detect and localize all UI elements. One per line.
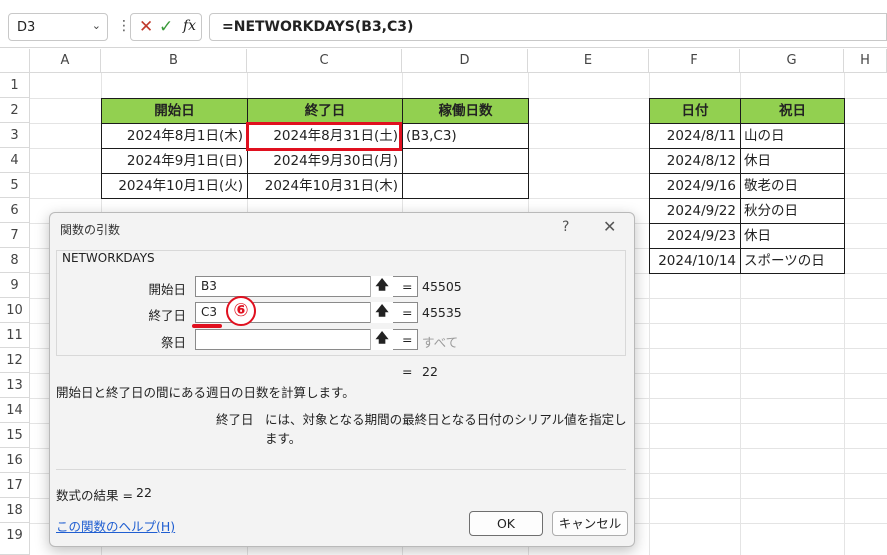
total-result: 22 <box>422 364 438 379</box>
formula-result-label: 数式の結果 = <box>56 488 133 503</box>
cell-d4[interactable] <box>402 148 529 174</box>
arg-help-text: には、対象となる期間の最終日となる日付のシリアル値を指定します。 <box>265 412 627 446</box>
arg-label-start-date: 開始日 <box>148 282 186 297</box>
row-header-9[interactable]: 9 <box>0 273 30 298</box>
cell-d5[interactable] <box>402 173 529 199</box>
row-header-8[interactable]: 8 <box>0 248 30 273</box>
total-equals: = <box>402 364 413 379</box>
row-header-15[interactable]: 15 <box>0 423 30 448</box>
row-header-13[interactable]: 13 <box>0 373 30 398</box>
row-header-1[interactable]: 1 <box>0 73 30 98</box>
cell-f7[interactable]: 2024/9/23 <box>649 223 741 249</box>
row-header-4[interactable]: 4 <box>0 148 30 173</box>
header-date[interactable]: 日付 <box>649 98 741 124</box>
dialog-title: 関数の引数 <box>60 223 121 237</box>
cell-b4[interactable]: 2024年9月1日(日) <box>101 148 248 174</box>
row-header-16[interactable]: 16 <box>0 448 30 473</box>
cell-b5[interactable]: 2024年10月1日(火) <box>101 173 248 199</box>
header-workdays[interactable]: 稼働日数 <box>402 98 529 124</box>
formula-buttons: ✕ ✓ fx <box>130 13 202 41</box>
collapse-dialog-icon[interactable]: 🡅 <box>370 329 393 350</box>
arg-equals: = <box>402 332 413 347</box>
select-all-corner[interactable] <box>0 49 30 73</box>
cell-d3[interactable]: (B3,C3) <box>402 123 529 149</box>
column-header-d[interactable]: D <box>402 49 528 73</box>
cell-c3-selection-highlight <box>246 122 402 151</box>
formula-input[interactable]: =NETWORKDAYS(B3,C3) <box>209 13 887 41</box>
header-end-date[interactable]: 終了日 <box>247 98 403 124</box>
arg-result-holidays: すべて <box>422 335 459 350</box>
column-header-e[interactable]: E <box>528 49 649 73</box>
row-header-6[interactable]: 6 <box>0 198 30 223</box>
function-help-link[interactable]: この関数のヘルプ(H) <box>56 516 175 535</box>
cell-f3[interactable]: 2024/8/11 <box>649 123 741 149</box>
formula-text: =NETWORKDAYS(B3,C3) <box>222 19 414 35</box>
chevron-down-icon[interactable]: ⌄ <box>92 19 101 32</box>
arg-help-name: 終了日 <box>216 412 254 427</box>
arg-equals: = <box>402 279 413 294</box>
cell-f4[interactable]: 2024/8/12 <box>649 148 741 174</box>
enter-icon[interactable]: ✓ <box>159 17 173 37</box>
column-header-g[interactable]: G <box>740 49 844 73</box>
row-header-17[interactable]: 17 <box>0 473 30 498</box>
name-box-value: D3 <box>17 20 36 35</box>
arg-equals: = <box>402 305 413 320</box>
more-options-icon[interactable]: ⋮ <box>117 18 131 34</box>
row-header-19[interactable]: 19 <box>0 523 30 555</box>
cancel-button[interactable]: キャンセル <box>552 511 628 536</box>
divider <box>56 469 626 470</box>
function-arguments-dialog: 関数の引数 ? ✕ NETWORKDAYS 開始日 B3 🡅 = 45505 終… <box>49 212 635 547</box>
close-icon[interactable]: ✕ <box>603 217 616 236</box>
cell-f6[interactable]: 2024/9/22 <box>649 198 741 224</box>
collapse-dialog-icon[interactable]: 🡅 <box>370 302 393 323</box>
cell-c4[interactable]: 2024年9月30日(月) <box>247 148 403 174</box>
row-header-10[interactable]: 10 <box>0 298 30 323</box>
row-header-3[interactable]: 3 <box>0 123 30 148</box>
name-box[interactable]: D3 ⌄ <box>8 13 108 41</box>
column-header-c[interactable]: C <box>247 49 402 73</box>
step-6-badge: ⑥ <box>226 296 256 326</box>
arg-label-holidays: 祭日 <box>160 335 186 350</box>
collapse-dialog-icon[interactable]: 🡅 <box>370 276 393 297</box>
cell-g3[interactable]: 山の日 <box>740 123 845 149</box>
column-header-a[interactable]: A <box>30 49 101 73</box>
column-header-b[interactable]: B <box>101 49 247 73</box>
cell-f5[interactable]: 2024/9/16 <box>649 173 741 199</box>
header-start-date[interactable]: 開始日 <box>101 98 248 124</box>
row-header-7[interactable]: 7 <box>0 223 30 248</box>
arg-result-end-date: 45535 <box>422 305 462 320</box>
arg-result-start-date: 45505 <box>422 279 462 294</box>
column-header-h[interactable]: H <box>844 49 887 73</box>
row-header-2[interactable]: 2 <box>0 98 30 123</box>
formula-result-value: 22 <box>136 485 152 500</box>
help-icon[interactable]: ? <box>562 219 569 235</box>
arg-label-end-date: 終了日 <box>148 308 186 323</box>
header-holiday[interactable]: 祝日 <box>740 98 845 124</box>
annotation-underline <box>192 324 222 328</box>
row-header-18[interactable]: 18 <box>0 498 30 523</box>
row-header-11[interactable]: 11 <box>0 323 30 348</box>
cell-g4[interactable]: 休日 <box>740 148 845 174</box>
cell-g5[interactable]: 敬老の日 <box>740 173 845 199</box>
cell-g7[interactable]: 休日 <box>740 223 845 249</box>
row-header-12[interactable]: 12 <box>0 348 30 373</box>
function-name: NETWORKDAYS <box>62 251 155 265</box>
cell-g6[interactable]: 秋分の日 <box>740 198 845 224</box>
cell-g8[interactable]: スポーツの日 <box>740 248 845 274</box>
ok-button[interactable]: OK <box>469 511 543 536</box>
cell-c5[interactable]: 2024年10月31日(木) <box>247 173 403 199</box>
formula-bar: D3 ⌄ ⋮ ✕ ✓ fx =NETWORKDAYS(B3,C3) <box>0 0 887 48</box>
column-header-f[interactable]: F <box>649 49 740 73</box>
cancel-icon[interactable]: ✕ <box>139 17 153 37</box>
cell-b3[interactable]: 2024年8月1日(木) <box>101 123 248 149</box>
cell-f8[interactable]: 2024/10/14 <box>649 248 741 274</box>
function-description: 開始日と終了日の間にある週日の日数を計算します。 <box>56 385 355 400</box>
insert-function-icon[interactable]: fx <box>183 18 196 34</box>
row-header-5[interactable]: 5 <box>0 173 30 198</box>
row-header-14[interactable]: 14 <box>0 398 30 423</box>
